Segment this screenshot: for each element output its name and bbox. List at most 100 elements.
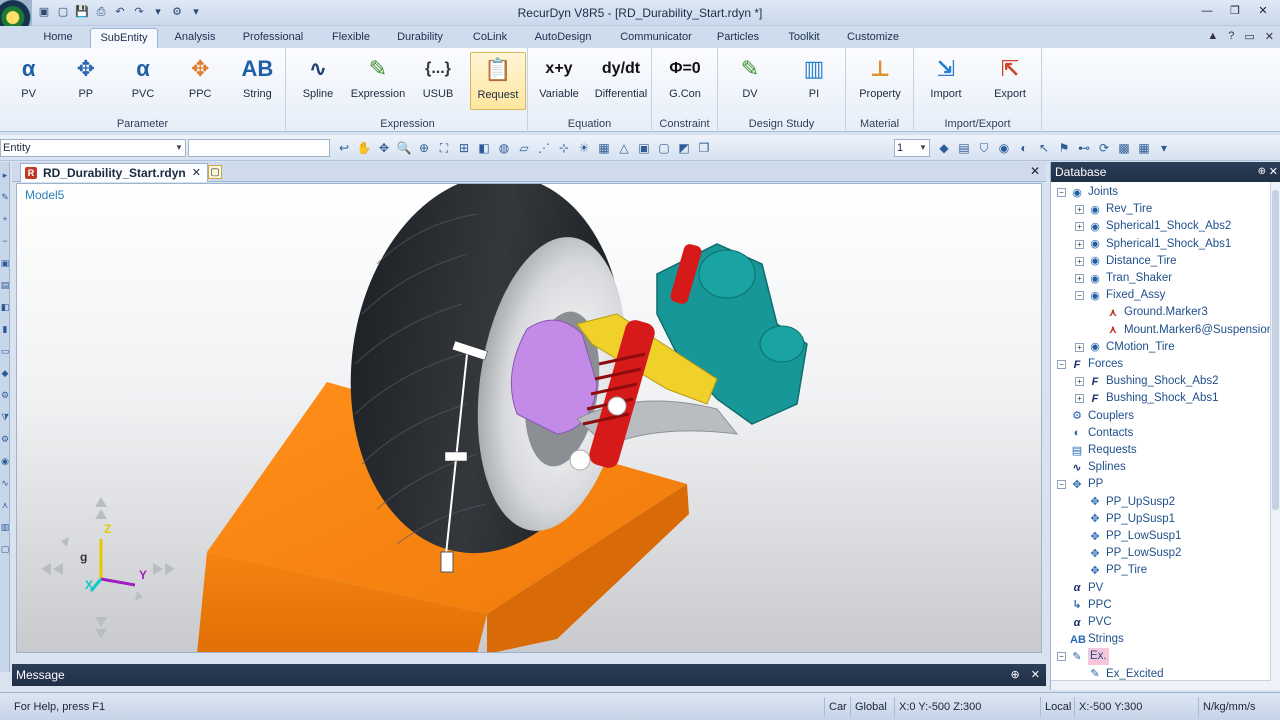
box-icon[interactable]: ▤ bbox=[956, 140, 972, 156]
collapse-icon[interactable]: − bbox=[1057, 652, 1066, 662]
tab-subentity[interactable]: SubEntity bbox=[90, 28, 158, 48]
refresh-icon[interactable]: ⟳ bbox=[1096, 140, 1112, 156]
plus-icon[interactable]: + bbox=[0, 214, 10, 228]
ribbon-control-icon[interactable]: ? bbox=[1228, 30, 1234, 43]
ribbon-control-icon[interactable]: ▲ bbox=[1207, 30, 1218, 43]
expand-icon[interactable]: + bbox=[1075, 377, 1084, 387]
zoom-icon[interactable]: 🔍 bbox=[396, 140, 412, 156]
wireframe-icon[interactable]: ▢ bbox=[656, 140, 672, 156]
copy-icon[interactable]: ❐ bbox=[696, 140, 712, 156]
select-icon[interactable]: ▣ bbox=[0, 258, 10, 272]
shield-icon[interactable]: ⛉ bbox=[976, 140, 992, 156]
collapse-icon[interactable]: − bbox=[1057, 188, 1066, 197]
page-icon[interactable]: ▢ bbox=[0, 544, 10, 558]
shade-icon[interactable]: ◩ bbox=[676, 140, 692, 156]
fit-icon[interactable]: ⊕ bbox=[416, 140, 432, 156]
body-icon[interactable]: ◧ bbox=[0, 302, 10, 316]
minus-icon[interactable]: − bbox=[0, 236, 10, 250]
close-button[interactable]: ✕ bbox=[1250, 2, 1276, 20]
flag-icon[interactable]: ⚑ bbox=[1056, 140, 1072, 156]
tab-analysis[interactable]: Analysis bbox=[164, 28, 226, 48]
collapse-icon[interactable]: − bbox=[1057, 480, 1066, 490]
pv-button[interactable]: α PV bbox=[1, 52, 57, 110]
tree-item[interactable]: + F Bushing_Shock_Abs1 bbox=[1075, 390, 1219, 407]
tree-item[interactable]: + ◉ CMotion_Tire bbox=[1075, 339, 1175, 356]
render-icon[interactable]: ◍ bbox=[496, 140, 512, 156]
pvc-button[interactable]: α PVC bbox=[115, 52, 171, 110]
front-view-icon[interactable]: ▱ bbox=[516, 140, 532, 156]
tab-communicator[interactable]: Communicator bbox=[610, 28, 702, 48]
tree-item[interactable]: − ✎ Ex. bbox=[1057, 648, 1109, 666]
tree-item[interactable]: α PV bbox=[1057, 580, 1104, 597]
filter-combo[interactable] bbox=[188, 139, 330, 157]
measure-icon[interactable]: △ bbox=[616, 140, 632, 156]
spring-icon[interactable]: ∿ bbox=[0, 478, 10, 492]
tree-item[interactable]: ✥ PP_UpSusp1 bbox=[1075, 511, 1175, 528]
link-icon[interactable]: ⊷ bbox=[1076, 140, 1092, 156]
palette-icon[interactable]: ▩ bbox=[1116, 140, 1132, 156]
tab-flexible[interactable]: Flexible bbox=[322, 28, 380, 48]
filter-icon[interactable]: ⧩ bbox=[0, 412, 10, 426]
tree-item[interactable]: − ◉ Joints bbox=[1057, 184, 1118, 201]
message-bar[interactable]: Message ⊕ ✕ bbox=[12, 664, 1046, 686]
rotate-icon[interactable]: ✥ bbox=[376, 140, 392, 156]
tab-professional[interactable]: Professional bbox=[232, 28, 314, 48]
tree-item[interactable]: ⋏ Mount.Marker6@Suspension_ bbox=[1093, 322, 1280, 339]
model-viewport[interactable]: Model5 Z g Y X bbox=[16, 183, 1042, 653]
light-icon[interactable]: ☀ bbox=[576, 140, 592, 156]
expand-icon[interactable]: + bbox=[1075, 205, 1084, 215]
axis-icon[interactable]: ⋰ bbox=[536, 140, 552, 156]
property-button[interactable]: ⊥ Property bbox=[852, 52, 908, 110]
window-icon[interactable]: ▭ bbox=[0, 346, 10, 360]
pi-button[interactable]: ▥ PI bbox=[786, 52, 842, 110]
pp-button[interactable]: ✥ PP bbox=[58, 52, 114, 110]
color-icon[interactable]: ◆ bbox=[0, 368, 10, 382]
tree-item[interactable]: ✥ PP_UpSusp2 bbox=[1075, 494, 1175, 511]
usub-button[interactable]: {...} USUB bbox=[410, 52, 466, 110]
axis-triad[interactable] bbox=[39, 489, 179, 649]
joint-icon[interactable]: ◉ bbox=[0, 456, 10, 470]
database-pin-icon[interactable]: ⊕ bbox=[1258, 162, 1266, 182]
differential-button[interactable]: dy/dt Differential bbox=[593, 52, 649, 110]
tree-item[interactable]: + ◉ Rev_Tire bbox=[1075, 201, 1152, 218]
tab-autodesign[interactable]: AutoDesign bbox=[524, 28, 602, 48]
tree-item[interactable]: + ◉ Tran_Shaker bbox=[1075, 270, 1172, 287]
chevron-down-icon[interactable]: ▾ bbox=[1156, 140, 1172, 156]
message-pin-icon[interactable]: ⊕ bbox=[1011, 669, 1020, 681]
tab-toolkit[interactable]: Toolkit bbox=[776, 28, 832, 48]
expand-icon[interactable]: + bbox=[1075, 394, 1084, 404]
minimize-button[interactable]: — bbox=[1194, 2, 1220, 20]
table-icon[interactable]: ▦ bbox=[1136, 140, 1152, 156]
database-close-icon[interactable]: ✕ bbox=[1269, 162, 1278, 182]
eraser-icon[interactable]: ◐ bbox=[1016, 140, 1032, 156]
expand-icon[interactable]: + bbox=[1075, 222, 1084, 232]
tree-item[interactable]: ∿ Splines bbox=[1057, 459, 1125, 476]
tab-particles[interactable]: Particles bbox=[708, 28, 768, 48]
tree-item[interactable]: ✥ PP_Tire bbox=[1075, 562, 1147, 579]
variable-button[interactable]: x+y Variable bbox=[531, 52, 587, 110]
expand-icon[interactable]: + bbox=[1075, 239, 1084, 249]
tree-item[interactable]: ⚙ Couplers bbox=[1057, 408, 1134, 425]
tab-durability[interactable]: Durability bbox=[386, 28, 454, 48]
ribbon-control-icon[interactable]: ▭ bbox=[1244, 30, 1254, 43]
paint-icon[interactable]: ◉ bbox=[996, 140, 1012, 156]
tree-item[interactable]: ✥ PP_LowSusp2 bbox=[1075, 545, 1181, 562]
gear-icon[interactable]: ⚙ bbox=[0, 434, 10, 448]
chart-icon[interactable]: ▥ bbox=[0, 522, 10, 536]
new-tab-icon[interactable]: ▢ bbox=[208, 165, 222, 179]
dv-button[interactable]: ✎ DV bbox=[722, 52, 778, 110]
collapse-icon[interactable]: − bbox=[1075, 291, 1084, 301]
pointer-icon[interactable]: ↖ bbox=[1036, 140, 1052, 156]
scrollbar-thumb[interactable] bbox=[1272, 190, 1279, 510]
tree-item[interactable]: − ✥ PP bbox=[1057, 476, 1103, 493]
cube-view-icon[interactable]: ◧ bbox=[476, 140, 492, 156]
spline-button[interactable]: ∿ Spline bbox=[290, 52, 346, 110]
import-button[interactable]: ⇲ Import bbox=[918, 52, 974, 110]
request-button[interactable]: 📋 Request bbox=[470, 52, 526, 110]
layer-icon[interactable]: ▤ bbox=[0, 280, 10, 294]
tool-icon[interactable]: ⚙ bbox=[0, 390, 10, 404]
tab-customize[interactable]: Customize bbox=[840, 28, 906, 48]
tab-home[interactable]: Home bbox=[34, 28, 82, 48]
number-combo[interactable]: 1 ▼ bbox=[894, 139, 930, 157]
tree-item[interactable]: − ◉ Fixed_Assy bbox=[1075, 287, 1165, 304]
